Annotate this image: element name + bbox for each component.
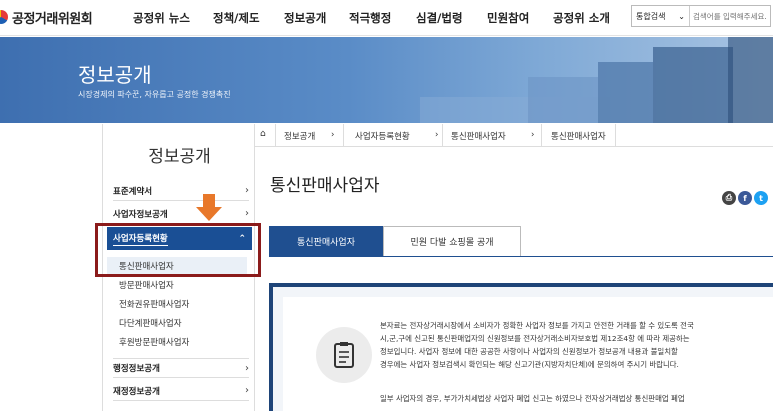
chevron-right-icon: › bbox=[531, 130, 535, 140]
tab-complaint-malls[interactable]: 민원 다발 쇼핑몰 공개 bbox=[383, 226, 521, 257]
nav-item-decisions[interactable]: 심결/법령 bbox=[416, 10, 463, 26]
print-icon[interactable]: ⎙ bbox=[722, 191, 736, 205]
sub-item-phone-sales[interactable]: 전화권유판매사업자 bbox=[119, 298, 189, 310]
sidebar-item-admin-info[interactable]: 행정정보공개 › bbox=[113, 358, 249, 378]
info-panel: 본자료는 전자상거래시장에서 소비자가 정확한 사업자 정보를 가지고 안전한 … bbox=[269, 283, 773, 411]
search-box: 통합검색 ⌄ bbox=[631, 5, 771, 27]
banner-building-shape bbox=[598, 62, 653, 123]
breadcrumb-divider bbox=[615, 124, 616, 147]
chevron-right-icon: › bbox=[245, 362, 249, 374]
nav-item-info-disclosure[interactable]: 정보공개 bbox=[284, 10, 326, 26]
chevron-down-icon: ⌄ bbox=[678, 11, 685, 21]
tab-underline bbox=[269, 256, 773, 257]
chevron-right-icon: › bbox=[435, 130, 439, 140]
breadcrumb-item[interactable]: 정보공개 bbox=[284, 130, 315, 142]
sidebar-item-label: 사업자정보공개 bbox=[113, 209, 168, 220]
sidebar-item-business-info[interactable]: 사업자정보공개 › bbox=[113, 204, 249, 224]
breadcrumb: ⌂ 정보공개 › 사업자등록현황 › 통신판매사업자 › 통신판매사업자 bbox=[255, 124, 773, 147]
chevron-right-icon: › bbox=[245, 385, 249, 396]
banner-building-shape bbox=[728, 37, 773, 123]
twitter-icon[interactable]: t bbox=[754, 191, 768, 205]
search-scope-select[interactable]: 통합검색 ⌄ bbox=[632, 6, 690, 26]
breadcrumb-divider bbox=[275, 124, 276, 147]
sidebar-item-label: 표준계약서 bbox=[113, 186, 153, 197]
info-line: 경우에는 사업자 정보검색시 확인되는 해당 신고기관(지방자치단체)에 문의하… bbox=[380, 360, 679, 369]
hero-banner: 정보공개 시장경제의 파수꾼, 자유롭고 공정한 경쟁촉진 bbox=[0, 37, 773, 123]
breadcrumb-item[interactable]: 통신판매사업자 bbox=[451, 130, 506, 142]
breadcrumb-divider bbox=[343, 124, 344, 147]
logo-text: 공정거래위원회 bbox=[12, 11, 93, 27]
government-emblem-icon bbox=[0, 10, 8, 24]
breadcrumb-item[interactable]: 사업자등록현황 bbox=[355, 130, 410, 142]
breadcrumb-item[interactable]: 통신판매사업자 bbox=[551, 130, 606, 142]
banner-building-shape bbox=[528, 77, 598, 123]
info-line: 시,군,구에 신고된 통신판매업자의 신원정보를 전자상거래소비자보호법 제12… bbox=[380, 334, 690, 343]
chevron-right-icon: › bbox=[331, 130, 335, 140]
site-logo[interactable]: 공정거래위원회 bbox=[0, 6, 93, 28]
home-icon[interactable]: ⌂ bbox=[260, 129, 266, 139]
info-line-extra: 일부 사업자의 경우, 부가가치세법상 사업자 폐업 신고는 하였으나 전자상거… bbox=[380, 394, 685, 403]
nav-item-active-admin[interactable]: 적극행정 bbox=[349, 10, 391, 26]
banner-subtitle: 시장경제의 파수꾼, 자유롭고 공정한 경쟁촉진 bbox=[78, 90, 231, 99]
down-arrow-icon bbox=[196, 194, 222, 221]
info-line: 본자료는 전자상거래시장에서 소비자가 정확한 사업자 정보를 가지고 안전한 … bbox=[380, 321, 694, 330]
chevron-right-icon: › bbox=[245, 208, 249, 219]
sub-item-door-to-door[interactable]: 방문판매사업자 bbox=[119, 279, 174, 291]
top-navigation: 공정거래위원회 공정위 뉴스 정책/제도 정보공개 적극행정 심결/법령 민원참… bbox=[0, 0, 773, 36]
page-title: 통신판매사업자 bbox=[270, 176, 380, 196]
share-buttons: ⎙ f t bbox=[722, 191, 770, 205]
info-text: 본자료는 전자상거래시장에서 소비자가 정확한 사업자 정보를 가지고 안전한 … bbox=[380, 319, 765, 371]
search-input[interactable] bbox=[690, 11, 770, 21]
info-line: 정보입니다. 사업자 정보에 대한 공공한 사항이나 사업자의 신원정보가 정보… bbox=[380, 347, 678, 356]
sidebar-title: 정보공개 bbox=[148, 147, 211, 167]
nav-item-participation[interactable]: 민원참여 bbox=[487, 10, 529, 26]
page: 공정거래위원회 공정위 뉴스 정책/제도 정보공개 적극행정 심결/법령 민원참… bbox=[0, 0, 773, 411]
facebook-icon[interactable]: f bbox=[738, 191, 752, 205]
nav-item-news[interactable]: 공정위 뉴스 bbox=[133, 10, 190, 26]
sidebar-item-standard-contract[interactable]: 표준계약서 › bbox=[113, 181, 249, 201]
breadcrumb-divider bbox=[442, 124, 443, 147]
sub-item-sponsored-visit[interactable]: 후원방문판매사업자 bbox=[119, 336, 189, 348]
sidebar-item-finance-info[interactable]: 재정정보공개 › bbox=[113, 381, 249, 401]
nav-item-about[interactable]: 공정위 소개 bbox=[553, 10, 610, 26]
banner-title: 정보공개 bbox=[78, 63, 152, 87]
sub-item-multilevel[interactable]: 다단계판매사업자 bbox=[119, 317, 182, 329]
chevron-right-icon: › bbox=[245, 185, 249, 196]
sidebar-item-label: 재정정보공개 bbox=[113, 386, 160, 397]
sidebar-item-label: 행정정보공개 bbox=[113, 364, 160, 374]
highlight-box bbox=[95, 223, 261, 277]
nav-item-policy[interactable]: 정책/제도 bbox=[213, 10, 260, 26]
breadcrumb-divider bbox=[541, 124, 542, 147]
checklist-icon bbox=[316, 327, 372, 383]
tab-telecom-sales[interactable]: 통신판매사업자 bbox=[269, 226, 383, 257]
search-scope-label: 통합검색 bbox=[636, 11, 666, 21]
banner-building-shape bbox=[653, 47, 733, 123]
info-panel-inner: 본자료는 전자상거래시장에서 소비자가 정확한 사업자 정보를 가지고 안전한 … bbox=[283, 297, 773, 411]
